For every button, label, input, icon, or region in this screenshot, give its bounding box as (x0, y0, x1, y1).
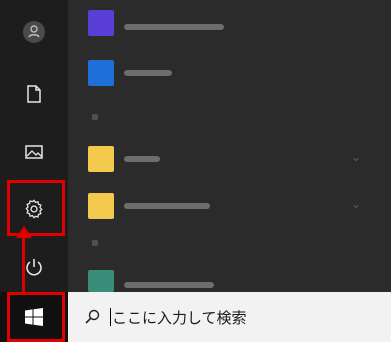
search-box[interactable]: ここに入力して検索 (68, 292, 391, 342)
app-tile[interactable] (88, 146, 114, 172)
app-list: ⌄ ⌄ (68, 0, 391, 292)
documents-button[interactable] (16, 76, 52, 112)
section-letter (92, 240, 98, 246)
text-caret (110, 308, 111, 326)
user-icon (23, 21, 45, 43)
pictures-icon (25, 145, 43, 159)
pictures-button[interactable] (16, 134, 52, 170)
app-tile[interactable] (88, 270, 114, 292)
user-button[interactable] (16, 14, 52, 50)
app-name-blurred (124, 156, 160, 162)
annotation-arrow-shaft (22, 236, 25, 292)
section-letter (92, 114, 98, 120)
app-tile[interactable] (88, 193, 114, 219)
start-highlight-box (7, 292, 65, 342)
app-name-blurred (124, 24, 224, 30)
search-placeholder: ここに入力して検索 (112, 308, 247, 327)
app-name-blurred (124, 70, 172, 76)
document-icon (27, 85, 41, 103)
chevron-down-icon[interactable]: ⌄ (351, 150, 361, 164)
chevron-down-icon[interactable]: ⌄ (351, 197, 361, 211)
start-menu-screenshot: ⌄ ⌄ ここに入力して検索 (0, 0, 391, 342)
annotation-arrow-head (16, 226, 32, 238)
app-name-blurred (124, 282, 214, 288)
app-name-blurred (124, 203, 210, 209)
search-icon (85, 309, 100, 324)
app-tile[interactable] (88, 60, 114, 86)
power-icon (26, 259, 42, 276)
start-menu-rail (0, 0, 68, 292)
app-tile[interactable] (88, 10, 114, 36)
